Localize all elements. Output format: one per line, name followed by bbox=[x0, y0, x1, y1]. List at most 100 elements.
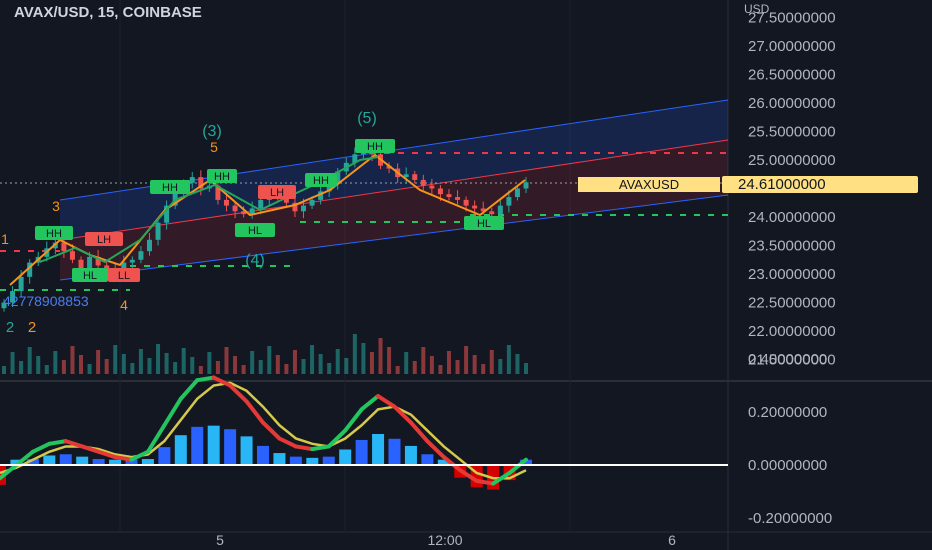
volume-bar bbox=[207, 352, 212, 374]
candle-body[interactable] bbox=[489, 211, 495, 215]
candle-body[interactable] bbox=[129, 259, 135, 263]
histogram-bar bbox=[224, 429, 237, 465]
candle-body[interactable] bbox=[472, 205, 478, 209]
swing-label-lh-2[interactable]: LH bbox=[85, 232, 123, 246]
candle-body[interactable] bbox=[87, 256, 93, 269]
candle-body[interactable] bbox=[78, 259, 84, 269]
histogram-bar bbox=[322, 456, 335, 465]
last-price-badge[interactable]: AVAXUSD 24.61000000 bbox=[578, 176, 918, 193]
histogram-bar bbox=[257, 445, 269, 465]
swing-label-hh-3[interactable]: HH bbox=[305, 173, 337, 187]
svg-text:LL: LL bbox=[118, 270, 130, 282]
histogram-bar bbox=[339, 449, 352, 465]
volume-bar bbox=[130, 363, 135, 374]
volume-bar bbox=[472, 355, 477, 374]
candle-body[interactable] bbox=[138, 251, 144, 260]
badge-symbol: AVAXUSD bbox=[619, 177, 679, 192]
histogram-bar bbox=[76, 456, 89, 465]
volume-bar bbox=[387, 347, 392, 374]
candle-body[interactable] bbox=[506, 197, 512, 206]
macd-segment[interactable] bbox=[474, 478, 496, 486]
candle-body[interactable] bbox=[18, 276, 24, 292]
macd-segment[interactable] bbox=[310, 444, 331, 452]
histogram-bar bbox=[273, 453, 286, 465]
candle-body[interactable] bbox=[420, 179, 426, 186]
swing-label-hl-1[interactable]: HL bbox=[235, 223, 275, 237]
swing-label-lh-1[interactable]: LH bbox=[258, 185, 296, 199]
volume-bar bbox=[275, 355, 280, 374]
candle-body[interactable] bbox=[69, 251, 75, 260]
volume-bar bbox=[190, 357, 195, 374]
volume-bar bbox=[429, 356, 434, 374]
candle-body[interactable] bbox=[455, 197, 461, 200]
wave-label-5-minor: 5 bbox=[210, 139, 218, 155]
candle-body[interactable] bbox=[437, 188, 443, 195]
volume-bar bbox=[489, 350, 494, 374]
histogram-bar bbox=[174, 435, 187, 465]
candle-body[interactable] bbox=[146, 239, 152, 252]
swing-label-hh-4[interactable]: HH bbox=[355, 139, 395, 153]
candle-body[interactable] bbox=[514, 188, 520, 198]
swing-label-hh-left[interactable]: HH bbox=[35, 226, 73, 240]
volume-bar bbox=[164, 353, 169, 374]
volume-bar bbox=[224, 347, 229, 374]
histogram-bar bbox=[207, 425, 220, 465]
volume-bar bbox=[79, 355, 84, 374]
volume-bar bbox=[344, 358, 349, 374]
volume-bar bbox=[215, 361, 220, 374]
candle-body[interactable] bbox=[258, 199, 264, 209]
histogram-bar bbox=[372, 433, 385, 465]
macd-segment[interactable] bbox=[47, 439, 68, 446]
candle-body[interactable] bbox=[189, 177, 195, 183]
oscillator-tick: 0.20000000 bbox=[748, 404, 827, 421]
candle-body[interactable] bbox=[232, 205, 238, 212]
volume-bar bbox=[156, 344, 161, 374]
candle-body[interactable] bbox=[412, 174, 418, 180]
svg-text:LH: LH bbox=[97, 234, 111, 246]
volume-bar bbox=[352, 334, 357, 374]
macd-segment[interactable] bbox=[195, 375, 216, 383]
histogram-bar bbox=[289, 456, 302, 465]
svg-text:HL: HL bbox=[477, 218, 491, 230]
candle-body[interactable] bbox=[301, 205, 307, 212]
candle-body[interactable] bbox=[463, 199, 469, 206]
swing-label-hl-3[interactable]: HL bbox=[464, 216, 504, 230]
swing-label-ll[interactable]: LL bbox=[108, 268, 140, 282]
volume-bar bbox=[61, 360, 66, 374]
histogram-bar bbox=[191, 426, 204, 465]
wave-label-5-major: (5) bbox=[357, 110, 377, 127]
volume-bar bbox=[481, 364, 486, 374]
oscillator-axis[interactable]: 0.40000000 0.20000000 0.00000000 -0.2000000… bbox=[748, 351, 832, 527]
partial-value-label: 42778908853 bbox=[3, 293, 89, 309]
swing-label-hh-2[interactable]: HH bbox=[207, 169, 237, 183]
swing-label-hl-2[interactable]: HL bbox=[72, 268, 108, 282]
candle-body[interactable] bbox=[523, 182, 529, 189]
svg-text:HH: HH bbox=[367, 141, 383, 153]
price-chart[interactable]: HH HH HH HH LH LH HL HL LL HL HH (3) 5 (… bbox=[0, 0, 932, 550]
volume-bar bbox=[173, 362, 178, 374]
volume-bar bbox=[369, 352, 374, 374]
volume-bar bbox=[292, 350, 297, 374]
candle-body[interactable] bbox=[429, 185, 435, 189]
volume-bar bbox=[284, 364, 289, 374]
volume-bar bbox=[395, 366, 400, 374]
wave-label-3-minor: 3 bbox=[52, 198, 60, 214]
volume-bar bbox=[301, 359, 306, 374]
badge-price: 24.61000000 bbox=[738, 176, 826, 193]
candle-body[interactable] bbox=[446, 194, 452, 198]
swing-label-hh-1[interactable]: HH bbox=[150, 180, 190, 194]
candle-body[interactable] bbox=[155, 222, 161, 240]
wave-label-2-major: 2 bbox=[6, 319, 14, 336]
volume-bar bbox=[2, 366, 6, 374]
volume-bar bbox=[70, 346, 75, 374]
price-tick: 23.00000000 bbox=[748, 266, 836, 283]
macd-segment[interactable] bbox=[113, 455, 134, 462]
candle-body[interactable] bbox=[497, 205, 503, 215]
volume-bar bbox=[121, 354, 126, 374]
volume-bar bbox=[258, 360, 263, 374]
price-tick: 26.50000000 bbox=[748, 67, 836, 84]
macd-segment[interactable] bbox=[293, 444, 315, 452]
volume-bar bbox=[446, 351, 451, 374]
candle-body[interactable] bbox=[309, 199, 315, 206]
candle-body[interactable] bbox=[223, 199, 229, 206]
